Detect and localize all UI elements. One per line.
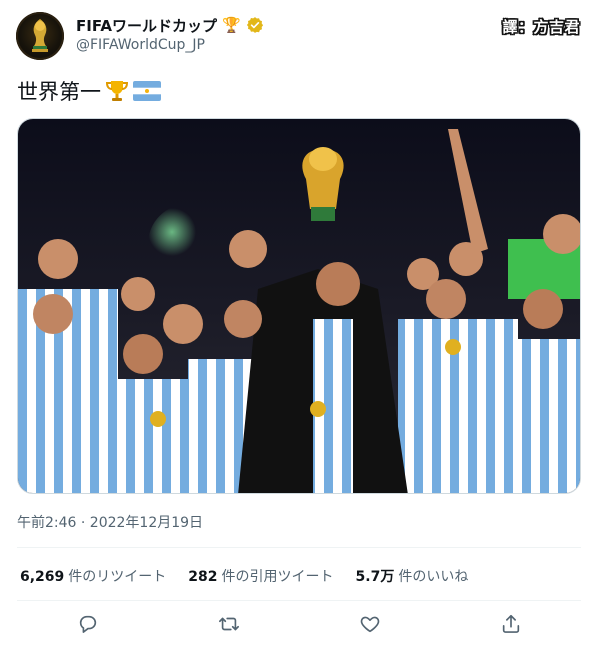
like-button[interactable] — [353, 610, 387, 638]
share-icon — [502, 614, 519, 633]
retweets-stat[interactable]: 6,269 件のリツイート — [20, 566, 166, 586]
reply-icon — [79, 615, 96, 633]
trophy-emoji: 🏆 — [221, 16, 241, 34]
retweets-count: 6,269 — [20, 569, 65, 585]
reply-button[interactable] — [71, 610, 105, 638]
display-name[interactable]: FIFAワールドカップ — [76, 15, 217, 36]
likes-stat[interactable]: 5.7万 件のいいね — [356, 566, 469, 586]
tweet-actions — [17, 610, 581, 638]
divider-bottom — [17, 600, 581, 601]
likes-count: 5.7万 — [355, 569, 395, 585]
account-handle[interactable]: @FIFAWorldCup_JP — [76, 37, 205, 53]
argentina-flag-icon — [133, 81, 161, 101]
trophy-icon — [104, 78, 130, 104]
verified-badge-icon — [246, 16, 264, 34]
translator-credit: 譯：方吉君 — [502, 18, 580, 36]
tweet-body: 世界第一 — [17, 80, 101, 104]
retweets-label: 件のリツイート — [68, 569, 167, 585]
quotes-label: 件の引用ツイート — [221, 569, 334, 585]
like-icon — [360, 616, 379, 633]
tweet-text: 世界第一 — [17, 76, 161, 106]
account-name-row[interactable]: FIFAワールドカップ 🏆 — [76, 14, 264, 36]
divider-top — [17, 547, 581, 548]
tweet-timestamp[interactable]: 午前2:46 · 2022年12月19日 — [17, 512, 203, 532]
retweet-button[interactable] — [212, 610, 246, 638]
likes-label: 件のいいね — [398, 569, 469, 585]
quotes-count: 282 — [188, 569, 218, 585]
retweet-icon — [218, 617, 239, 631]
world-cup-logo-icon — [32, 19, 48, 52]
avatar[interactable] — [16, 12, 64, 60]
tweet-photo[interactable] — [17, 118, 581, 494]
celebration-photo — [18, 119, 580, 493]
share-button[interactable] — [494, 610, 528, 638]
tweet-stats: 6,269 件のリツイート 282 件の引用ツイート 5.7万 件のいいね — [20, 566, 468, 586]
quotes-stat[interactable]: 282 件の引用ツイート — [188, 566, 333, 586]
